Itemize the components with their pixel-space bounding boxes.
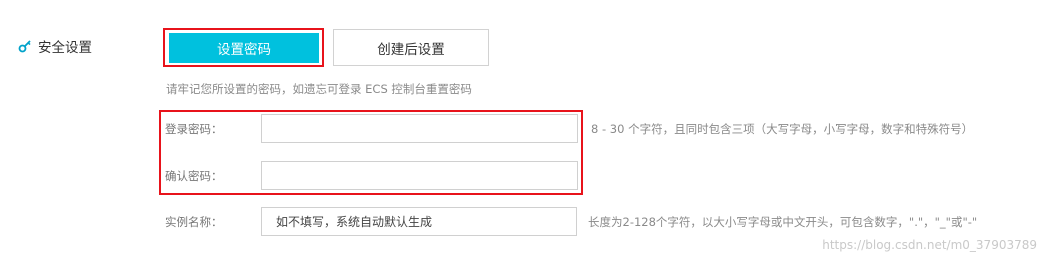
- instance-name-input[interactable]: [261, 207, 577, 236]
- password-reminder-hint: 请牢记您所设置的密码，如遗忘可登录 ECS 控制台重置密码: [166, 82, 472, 96]
- watermark: https://blog.csdn.net/m0_37903789: [822, 238, 1037, 252]
- instance-name-label: 实例名称：: [165, 215, 223, 229]
- login-password-input[interactable]: [261, 114, 578, 143]
- instance-name-rule: 长度为2-128个字符，以大小写字母或中文开头，可包含数字，"."，"_"或"-…: [588, 215, 978, 229]
- confirm-password-label: 确认密码：: [165, 169, 223, 183]
- login-password-label: 登录密码：: [165, 122, 223, 136]
- login-password-rule: 8 - 30 个字符，且同时包含三项（大写字母，小写字母，数字和特殊符号）: [591, 122, 974, 136]
- key-icon: [18, 40, 31, 53]
- security-settings-label: 安全设置: [38, 40, 92, 56]
- security-settings-title: 安全设置: [18, 36, 92, 56]
- set-password-tab[interactable]: 设置密码: [169, 33, 319, 63]
- set-after-creation-tab[interactable]: 创建后设置: [333, 29, 489, 66]
- confirm-password-input[interactable]: [261, 161, 578, 190]
